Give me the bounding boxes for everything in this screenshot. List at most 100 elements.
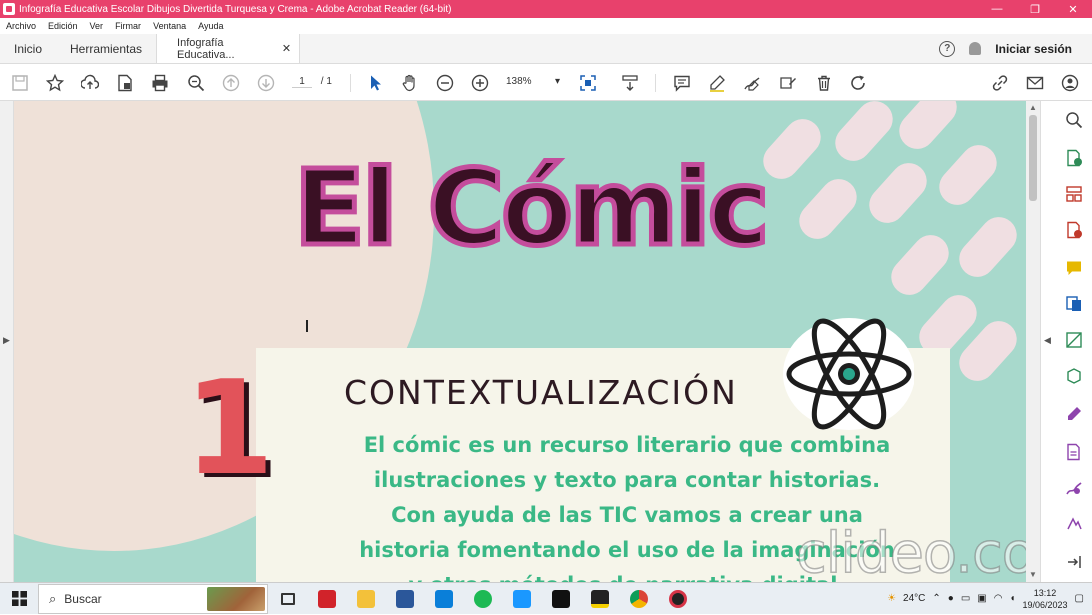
comment-icon[interactable]: [672, 73, 692, 93]
sticky-notes-icon[interactable]: [580, 583, 619, 615]
netflix-icon[interactable]: [541, 583, 580, 615]
export-pdf-icon[interactable]: [1065, 149, 1083, 167]
expand-left-arrow-icon[interactable]: ▶: [3, 335, 10, 346]
page-fit-icon[interactable]: [578, 73, 598, 93]
next-page-icon[interactable]: [256, 73, 276, 93]
word-icon[interactable]: [385, 583, 424, 615]
battery-icon[interactable]: ▭: [961, 593, 970, 604]
highlight-pen-icon[interactable]: [707, 73, 727, 93]
clock[interactable]: 13:12 19/06/2023: [1023, 587, 1068, 611]
pdf-page: El Cómic 1 CONTEXTUALIZACIÓN El cómic es…: [14, 101, 1026, 582]
zoom-dropdown[interactable]: 138% ▾: [506, 76, 560, 87]
create-pdf-tool-icon[interactable]: [1065, 221, 1083, 239]
task-view-icon[interactable]: [268, 583, 307, 615]
windows-taskbar: ⌕ Buscar ☀ 24°C ⌃ ● ▭ ▣ ◠ ◖ 13:12 19/06/…: [0, 582, 1092, 614]
wifi-icon[interactable]: ◠: [994, 593, 1003, 604]
page-total: / 1: [320, 76, 332, 87]
print-icon[interactable]: [150, 73, 170, 93]
watermark-text: clideo.com: [795, 520, 1026, 582]
save-icon[interactable]: [10, 73, 30, 93]
help-icon[interactable]: ?: [939, 40, 956, 57]
notifications-icon[interactable]: ▢: [1075, 593, 1084, 604]
page-number-input[interactable]: 1: [292, 76, 312, 88]
hand-tool-icon[interactable]: [400, 73, 420, 93]
cloud-upload-icon[interactable]: [80, 73, 100, 93]
display-icon[interactable]: ▣: [977, 593, 986, 604]
vertical-scrollbar[interactable]: ▲ ▼: [1026, 101, 1040, 582]
acrobat-app-icon: [3, 3, 15, 15]
collapse-panel-icon[interactable]: [1065, 553, 1083, 571]
clock-time: 13:12: [1033, 587, 1057, 598]
section-title: CONTEXTUALIZACIÓN: [344, 373, 738, 412]
body-line: El cómic es un recurso literario que com…: [363, 433, 891, 457]
restore-button[interactable]: ❐: [1016, 0, 1054, 18]
scroll-down-arrow-icon[interactable]: ▼: [1029, 570, 1037, 579]
menu-edicion[interactable]: Edición: [48, 21, 78, 31]
create-pdf-icon[interactable]: [115, 73, 135, 93]
menu-firmar[interactable]: Firmar: [115, 21, 141, 31]
recorder-app-icon[interactable]: [658, 583, 697, 615]
compress-pdf-icon[interactable]: [1065, 331, 1083, 349]
toolbar-divider: [350, 74, 351, 92]
close-window-button[interactable]: ✕: [1054, 0, 1092, 18]
system-tray: ☀ 24°C ⌃ ● ▭ ▣ ◠ ◖ 13:12 19/06/2023 ▢: [887, 587, 1092, 611]
page-indicator: 1 / 1: [292, 76, 332, 88]
collapse-right-arrow-icon[interactable]: ◀: [1044, 335, 1051, 346]
zoom-in-icon[interactable]: [470, 73, 490, 93]
tab-document[interactable]: Infografía Educativa... ✕: [156, 34, 301, 63]
windows-start-icon[interactable]: [0, 583, 38, 615]
volume-icon[interactable]: ◖: [1009, 593, 1015, 604]
fill-sign-icon[interactable]: [778, 73, 798, 93]
decorative-pill: [951, 209, 1025, 285]
chrome-icon[interactable]: [619, 583, 658, 615]
comment-tool-icon[interactable]: [1065, 259, 1083, 277]
more-tools-icon[interactable]: [1065, 515, 1083, 533]
account-add-icon[interactable]: [1060, 73, 1080, 93]
menu-ventana[interactable]: Ventana: [153, 21, 186, 31]
mail-icon[interactable]: [424, 583, 463, 615]
chevron-up-icon[interactable]: ⌃: [932, 593, 940, 604]
email-icon[interactable]: [1025, 73, 1045, 93]
scroll-mode-icon[interactable]: [620, 73, 640, 93]
scan-ocr-icon[interactable]: [1065, 367, 1083, 385]
request-signature-icon[interactable]: [1065, 479, 1083, 497]
tab-tools[interactable]: Herramientas: [56, 34, 156, 63]
microphone-icon[interactable]: ●: [948, 593, 954, 604]
rotate-icon[interactable]: [848, 73, 868, 93]
search-icon[interactable]: [1065, 111, 1083, 129]
zoom-out-icon[interactable]: [435, 73, 455, 93]
close-tab-icon[interactable]: ✕: [282, 42, 291, 55]
scrollbar-thumb[interactable]: [1029, 115, 1037, 201]
left-panel-toggle[interactable]: ▶: [0, 101, 14, 582]
decorative-pill: [891, 101, 965, 157]
select-cursor-icon[interactable]: [366, 73, 386, 93]
taskbar-search-box[interactable]: ⌕ Buscar: [38, 583, 268, 614]
spotify-icon[interactable]: [463, 583, 502, 615]
menu-bar: Archivo Edición Ver Firmar Ventana Ayuda: [0, 18, 1092, 34]
combine-files-icon[interactable]: [1065, 295, 1083, 313]
organize-pages-icon[interactable]: [1065, 185, 1083, 203]
acrobat-taskbar-icon[interactable]: [307, 583, 346, 615]
delete-trash-icon[interactable]: [814, 73, 834, 93]
edit-pdf-icon[interactable]: [1065, 443, 1083, 461]
menu-ayuda[interactable]: Ayuda: [198, 21, 223, 31]
menu-ver[interactable]: Ver: [90, 21, 104, 31]
file-explorer-icon[interactable]: [346, 583, 385, 615]
share-link-icon[interactable]: [990, 73, 1010, 93]
menu-archivo[interactable]: Archivo: [6, 21, 36, 31]
scroll-up-arrow-icon[interactable]: ▲: [1029, 103, 1037, 112]
document-viewer[interactable]: ▶ El Cómic 1 CONTEXTUALIZACIÓN El cómic …: [0, 101, 1062, 582]
fill-sign-tool-icon[interactable]: [1065, 405, 1083, 423]
weather-icon[interactable]: ☀: [887, 593, 896, 604]
zoom-search-icon[interactable]: [186, 73, 206, 93]
previous-page-icon[interactable]: [221, 73, 241, 93]
temperature[interactable]: 24°C: [903, 593, 925, 604]
prime-video-icon[interactable]: [502, 583, 541, 615]
notifications-bell-icon[interactable]: [969, 42, 982, 55]
draw-freehand-icon[interactable]: [742, 73, 762, 93]
signin-button[interactable]: Iniciar sesión: [995, 42, 1072, 56]
bookmark-star-icon[interactable]: [45, 73, 65, 93]
tab-home[interactable]: Inicio: [0, 34, 56, 63]
minimize-button[interactable]: —: [978, 0, 1016, 18]
title-bar: Infografía Educativa Escolar Dibujos Div…: [0, 0, 1092, 18]
